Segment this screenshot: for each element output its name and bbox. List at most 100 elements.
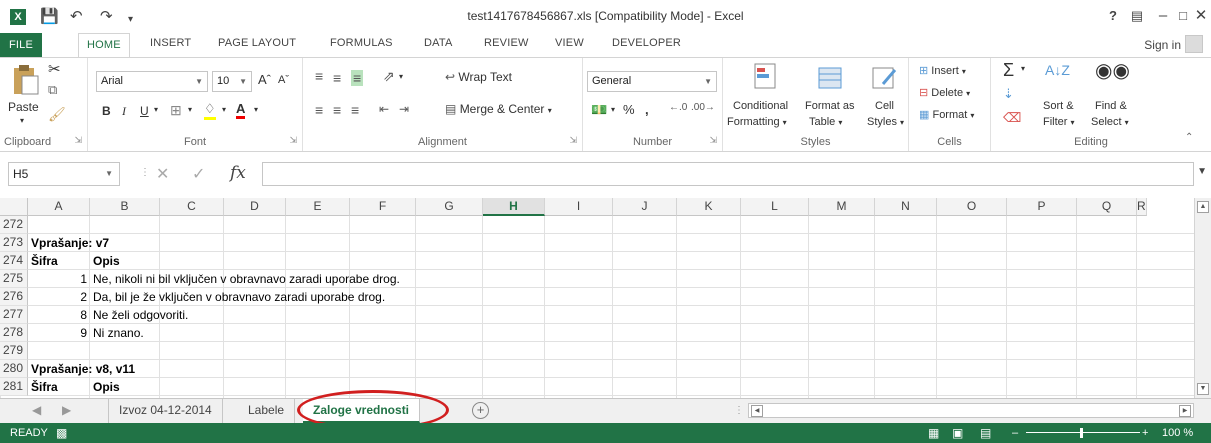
format-as-table-icon[interactable]	[815, 62, 847, 94]
tab-home[interactable]: HOME	[78, 33, 130, 58]
paste-button[interactable]: Paste	[8, 100, 39, 114]
insert-cells-button[interactable]: ⊞ Insert ▾	[919, 64, 966, 77]
tab-insert[interactable]: INSERT	[150, 37, 191, 49]
close-button[interactable]: ✕	[1190, 6, 1211, 26]
column-header-d[interactable]: D	[224, 198, 286, 216]
row-header[interactable]: 273	[0, 234, 28, 252]
column-header-q[interactable]: Q	[1077, 198, 1137, 216]
autosum-dropdown-icon[interactable]: ▾	[1021, 64, 1025, 73]
tab-view[interactable]: VIEW	[555, 37, 584, 49]
sheet-tab-labele[interactable]: Labele	[238, 399, 296, 423]
comma-style-button[interactable]: ,	[645, 102, 649, 117]
row-header[interactable]: 276	[0, 288, 28, 306]
sort-filter-label-1[interactable]: Sort &	[1043, 100, 1074, 112]
column-header-h[interactable]: H	[483, 198, 545, 216]
cell-b[interactable]: Opis	[93, 252, 120, 270]
cell-a[interactable]: 1	[28, 270, 87, 288]
cancel-entry-icon[interactable]: ✕	[156, 164, 169, 184]
confirm-entry-icon[interactable]: ✓	[192, 164, 205, 184]
column-header-n[interactable]: N	[875, 198, 937, 216]
column-header-a[interactable]: A	[28, 198, 90, 216]
cell-b[interactable]: Ne želi odgovoriti.	[93, 306, 188, 324]
align-bottom-icon[interactable]: ≡	[351, 70, 364, 86]
paste-icon[interactable]	[10, 64, 42, 96]
find-select-button[interactable]: Select ▾	[1091, 116, 1129, 128]
ribbon-display-options-icon[interactable]: ▤	[1126, 6, 1148, 26]
merge-center-button[interactable]: ▤ Merge & Center ▾	[445, 102, 552, 116]
cell-a[interactable]: 2	[28, 288, 87, 306]
tab-split-grip-icon[interactable]: ⋮	[734, 405, 744, 416]
row-header[interactable]: 272	[0, 216, 28, 234]
macro-record-icon[interactable]: ▩	[56, 423, 67, 443]
font-launcher-icon[interactable]: ⇲	[289, 135, 297, 146]
zoom-out-button[interactable]: –	[1012, 423, 1018, 443]
page-layout-view-icon[interactable]: ▣	[952, 423, 963, 443]
sheet-tab-izvoz[interactable]: Izvoz 04-12-2014	[108, 399, 223, 423]
percent-style-button[interactable]: %	[623, 102, 635, 117]
cell-styles-icon[interactable]	[869, 62, 901, 94]
cell-a[interactable]: 8	[28, 306, 87, 324]
scroll-right-icon[interactable]: ▶	[1179, 405, 1191, 417]
vertical-scrollbar[interactable]: ▲ ▼	[1194, 198, 1211, 398]
format-cells-button[interactable]: ▦ Format ▾	[919, 108, 974, 121]
avatar[interactable]	[1185, 35, 1203, 53]
number-launcher-icon[interactable]: ⇲	[709, 135, 717, 146]
scroll-down-icon[interactable]: ▼	[1197, 383, 1209, 395]
expand-formula-bar-icon[interactable]: ▼	[1197, 166, 1207, 177]
tab-page-layout[interactable]: PAGE LAYOUT	[218, 37, 296, 49]
align-top-icon[interactable]: ≡	[315, 68, 323, 84]
format-as-table-button[interactable]: Table ▾	[809, 116, 842, 128]
accounting-format-icon[interactable]: 💵	[591, 102, 607, 118]
alignment-launcher-icon[interactable]: ⇲	[569, 135, 577, 146]
tab-data[interactable]: DATA	[424, 37, 453, 49]
bold-button[interactable]: B	[102, 104, 111, 118]
column-header-e[interactable]: E	[286, 198, 350, 216]
zoom-slider[interactable]	[1026, 432, 1140, 433]
scroll-left-icon[interactable]: ◀	[751, 405, 763, 417]
column-header-k[interactable]: K	[677, 198, 741, 216]
scroll-up-icon[interactable]: ▲	[1197, 201, 1209, 213]
row-header[interactable]: 278	[0, 324, 28, 342]
increase-decimal-icon[interactable]: ←.0	[669, 102, 687, 113]
paste-dropdown-icon[interactable]: ▾	[20, 116, 24, 125]
decrease-decimal-icon[interactable]: .00→	[691, 102, 715, 113]
row-header[interactable]: 279	[0, 342, 28, 360]
font-size-select[interactable]: 10 ▼	[212, 71, 252, 92]
font-name-select[interactable]: Arial ▼	[96, 71, 208, 92]
minimize-button[interactable]: –	[1152, 6, 1174, 26]
italic-button[interactable]: I	[122, 104, 126, 119]
autosum-icon[interactable]: Σ	[1003, 60, 1014, 81]
select-all-corner[interactable]	[0, 198, 28, 216]
zoom-in-button[interactable]: +	[1142, 423, 1148, 443]
fill-color-icon[interactable]: ♢	[204, 101, 216, 120]
horizontal-scrollbar[interactable]: ◀ ▶	[748, 403, 1194, 418]
name-box[interactable]: H5 ▼	[8, 162, 120, 186]
accounting-dropdown-icon[interactable]: ▾	[611, 105, 615, 114]
cell-a[interactable]: 9	[28, 324, 87, 342]
orientation-dropdown-icon[interactable]: ▾	[399, 72, 403, 81]
cut-icon[interactable]: ✂	[48, 60, 61, 78]
delete-cells-button[interactable]: ⊟ Delete ▾	[919, 86, 970, 99]
fill-icon[interactable]: ⇣	[1003, 86, 1014, 102]
column-header-i[interactable]: I	[545, 198, 613, 216]
column-header-f[interactable]: F	[350, 198, 416, 216]
align-center-icon[interactable]: ≡	[333, 102, 341, 118]
font-color-dropdown-icon[interactable]: ▾	[254, 105, 258, 114]
tab-review[interactable]: REVIEW	[484, 37, 529, 49]
conditional-formatting-button[interactable]: Formatting ▾	[727, 116, 787, 128]
conditional-formatting-label-1[interactable]: Conditional	[733, 100, 788, 112]
column-header-c[interactable]: C	[160, 198, 224, 216]
cell-a[interactable]: Šifra	[31, 378, 58, 396]
row-header[interactable]: 280	[0, 360, 28, 378]
underline-dropdown-icon[interactable]: ▾	[154, 105, 158, 114]
borders-dropdown-icon[interactable]: ▾	[188, 105, 192, 114]
tab-developer[interactable]: DEVELOPER	[612, 37, 681, 49]
cell-b[interactable]: Ni znano.	[93, 324, 144, 342]
add-sheet-button[interactable]: +	[472, 402, 489, 419]
formula-input[interactable]	[262, 162, 1194, 186]
format-as-table-label-1[interactable]: Format as	[805, 100, 855, 112]
cell-b[interactable]: Opis	[93, 378, 120, 396]
next-sheet-icon[interactable]: ▶	[62, 403, 71, 417]
decrease-indent-icon[interactable]: ⇤	[379, 102, 389, 116]
zoom-slider-thumb[interactable]	[1080, 428, 1083, 438]
